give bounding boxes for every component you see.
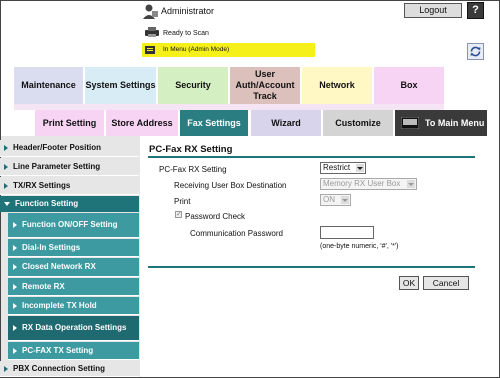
main-menu-icon [401,117,419,129]
nav-label: Function Setting [15,199,79,208]
receiving-box-select[interactable]: Memory RX User Box [320,178,417,190]
tab-network[interactable]: Network [302,67,372,104]
to-main-menu-button[interactable]: To Main Menu [395,110,487,136]
tab-fax-settings[interactable]: Fax Settings [180,110,248,136]
nav-label: Dial-In Settings [22,242,81,252]
nav-label: Header/Footer Position [13,143,102,152]
receiving-box-value: Memory RX User Box [323,179,401,188]
page-title: PC-Fax RX Setting [149,144,233,155]
tab-print-setting[interactable]: Print Setting [35,110,104,136]
refresh-icon[interactable] [467,43,484,60]
nav-pc-fax-tx[interactable]: PC-FAX TX Setting [8,342,139,360]
nav-function-setting[interactable]: Function Setting [0,196,139,212]
bottom-divider [148,266,475,268]
print-label: Print [174,197,191,206]
nav-label: TX/RX Settings [13,180,71,190]
status-text: Ready to Scan [163,30,209,37]
nav-function-onoff[interactable]: Function ON/OFF Setting [8,213,139,238]
tab-user-auth[interactable]: User Auth/Account Track [230,67,300,104]
nav-label: Remote RX [22,281,65,291]
administrator-icon [143,4,158,19]
tab-security[interactable]: Security [158,67,228,104]
nav-header-footer[interactable]: Header/Footer Position [0,140,139,157]
nav-rx-data-operation[interactable]: RX Data Operation Settings [8,316,139,341]
to-main-menu-label: To Main Menu [425,118,485,128]
menu-mode-icon [145,46,155,54]
pcfax-rx-label: PC-Fax RX Setting [159,165,227,174]
nav-dial-in[interactable]: Dial-In Settings [8,239,139,257]
mode-status-bar: In Menu (Admin Mode) [142,43,315,57]
printer-icon [145,27,159,37]
nav-label: Line Parameter Setting [13,161,101,171]
nav-closed-network-rx[interactable]: Closed Network RX [8,258,139,277]
print-select[interactable]: ON [320,194,351,206]
nav-tx-rx-settings[interactable]: TX/RX Settings [0,177,139,195]
comm-password-input[interactable] [320,226,374,239]
nav-label: Function ON/OFF Setting [22,220,118,229]
tab-system-settings[interactable]: System Settings [85,67,156,104]
tab-box[interactable]: Box [374,67,444,104]
nav-incomplete-tx-hold[interactable]: Incomplete TX Hold [8,297,139,315]
password-check-checkbox[interactable]: ✓ [175,211,182,218]
comm-password-label: Communication Password [190,229,283,238]
receiving-box-label: Receiving User Box Destination [174,181,287,190]
password-check-label: Password Check [185,212,246,221]
nav-pbx-connection[interactable]: PBX Connection Setting [0,361,139,377]
pcfax-rx-select[interactable]: Restrict [320,162,366,174]
chevron-down-icon [356,164,364,172]
cancel-button[interactable]: Cancel [423,276,469,290]
nav-label: PC-FAX TX Setting [22,345,94,355]
nav-label: RX Data Operation Settings [22,323,127,332]
help-icon[interactable]: ? [467,2,484,19]
nav-label: Closed Network RX [22,262,96,271]
tab-wizard[interactable]: Wizard [251,110,321,136]
user-label: Administrator [161,6,215,16]
print-value: ON [323,195,335,204]
tab-store-address[interactable]: Store Address [106,110,178,136]
nav-label: Incomplete TX Hold [22,300,97,310]
chevron-down-icon [407,180,415,188]
mode-text: In Menu (Admin Mode) [163,46,230,53]
chevron-down-icon [341,196,349,204]
ok-button[interactable]: OK [399,276,419,290]
title-divider [148,156,475,158]
tab-customize[interactable]: Customize [323,110,393,136]
logout-button[interactable]: Logout [404,3,462,18]
nav-label: PBX Connection Setting [13,363,105,373]
pcfax-rx-value: Restrict [323,163,351,172]
comm-password-hint: (one-byte numeric, '#', '*') [320,243,399,250]
tab-maintenance[interactable]: Maintenance [14,67,83,104]
nav-line-parameter[interactable]: Line Parameter Setting [0,158,139,176]
nav-remote-rx[interactable]: Remote RX [8,278,139,296]
